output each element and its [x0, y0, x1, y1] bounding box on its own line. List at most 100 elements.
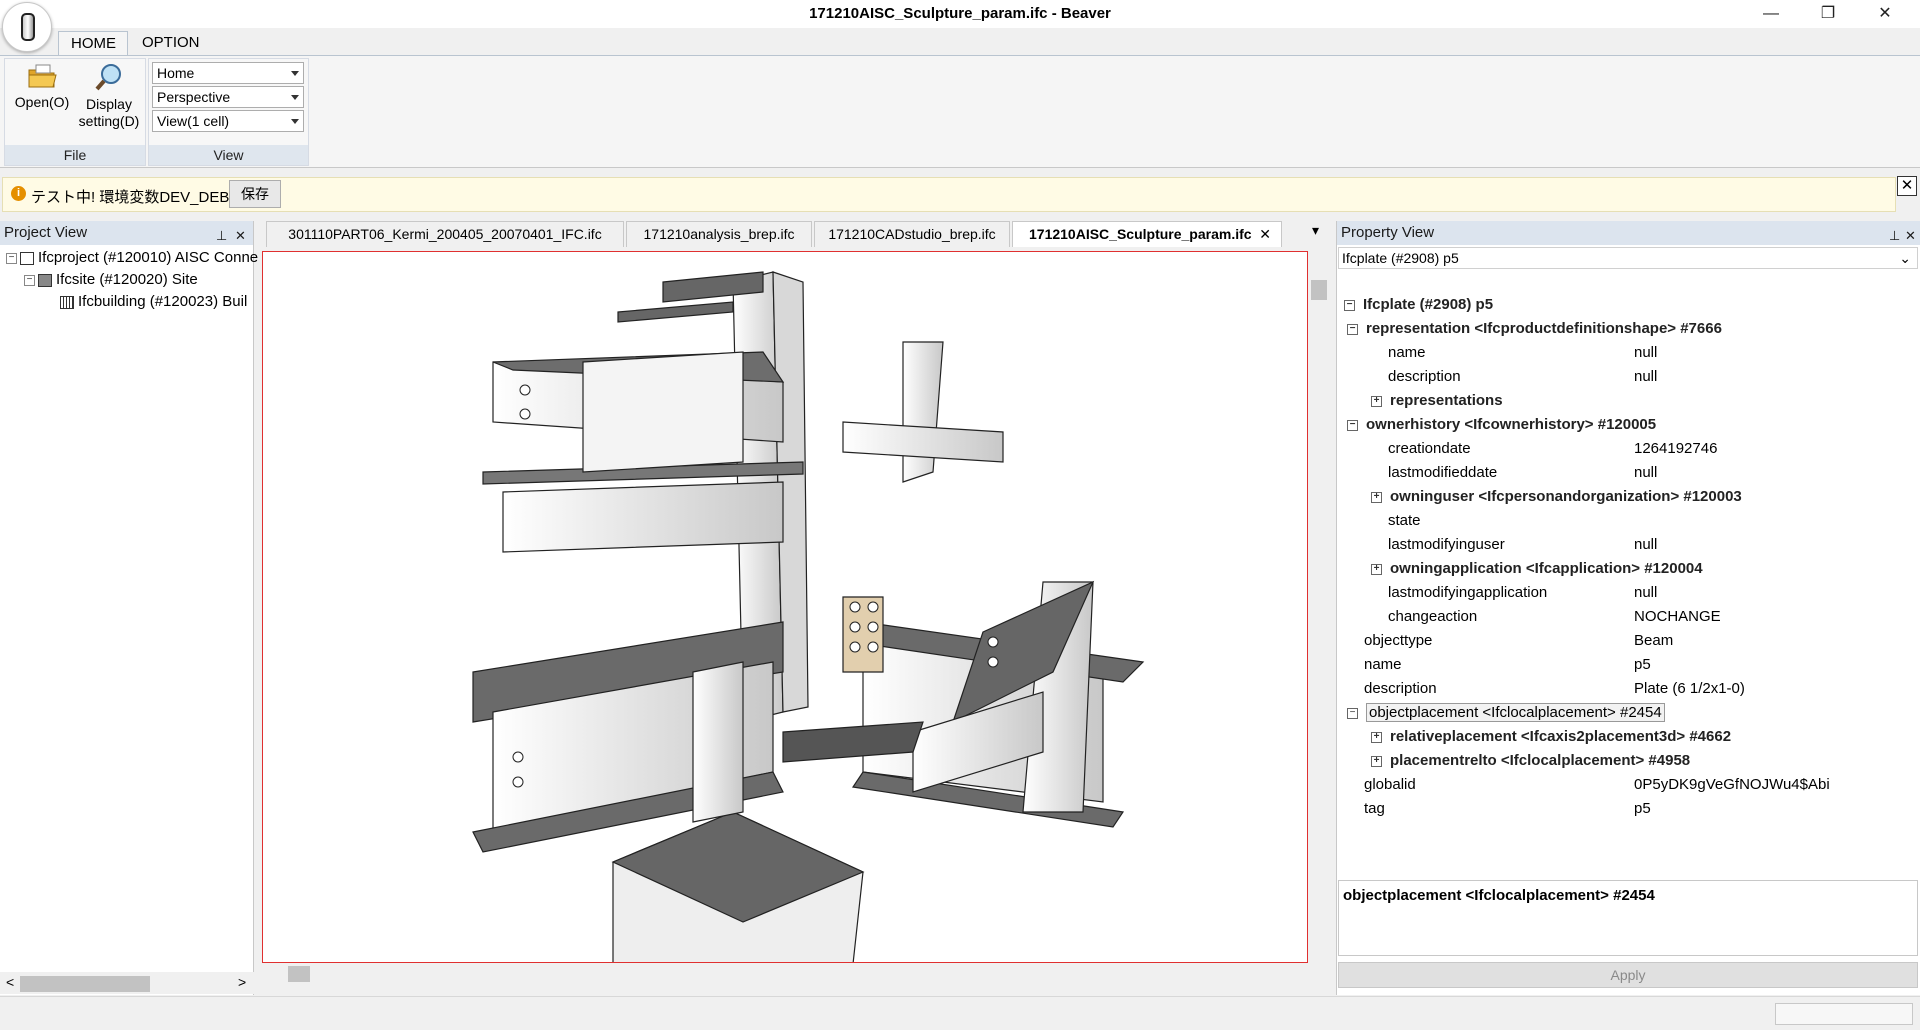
property-row[interactable]: changeaction: [1388, 605, 1477, 629]
display-setting-button[interactable]: Display setting(D): [78, 62, 140, 132]
restore-button[interactable]: ❐: [1805, 0, 1851, 28]
doc-tab[interactable]: 171210analysis_brep.ifc: [626, 221, 812, 247]
property-key: ownerhistory <Ifcownerhistory> #120005: [1366, 416, 1657, 433]
projection-combo[interactable]: Perspective: [152, 86, 304, 108]
expand-icon[interactable]: +: [1371, 395, 1382, 407]
scroll-thumb[interactable]: [20, 976, 150, 992]
property-row[interactable]: + representations: [1371, 389, 1503, 413]
property-row[interactable]: lastmodifyingapplication: [1388, 581, 1547, 605]
property-row[interactable]: name: [1388, 341, 1426, 365]
property-value[interactable]: null: [1634, 461, 1657, 485]
collapse-icon[interactable]: −: [6, 252, 17, 264]
pin-icon[interactable]: ⊥: [216, 224, 227, 247]
property-value[interactable]: NOCHANGE: [1634, 605, 1721, 629]
tree-label: Ifcsite (#120020) Site: [56, 271, 198, 288]
property-row[interactable]: + placementrelto <Ifclocalplacement> #495…: [1371, 749, 1690, 773]
apply-button[interactable]: Apply: [1338, 962, 1918, 988]
display-label-2: setting(D): [78, 113, 140, 129]
property-key: name: [1364, 656, 1402, 673]
cell-layout-combo[interactable]: View(1 cell): [152, 110, 304, 132]
viewport-hscrollbar[interactable]: [262, 963, 1308, 985]
save-button[interactable]: 保存: [229, 180, 281, 208]
folder-icon: [28, 64, 57, 88]
property-value[interactable]: Beam: [1634, 629, 1673, 653]
viewport-vscrollbar[interactable]: [1308, 251, 1330, 963]
property-row[interactable]: + owninguser <Ifcpersonandorganization> #…: [1371, 485, 1742, 509]
property-row[interactable]: tag: [1364, 797, 1385, 821]
property-row[interactable]: description: [1364, 677, 1437, 701]
property-description: objectplacement <Ifclocalplacement> #245…: [1338, 880, 1918, 956]
close-panel-button[interactable]: ✕: [1905, 224, 1916, 247]
property-row[interactable]: description: [1388, 365, 1461, 389]
property-row[interactable]: globalid: [1364, 773, 1416, 797]
object-selector[interactable]: Ifcplate (#2908) p5 ⌄: [1338, 247, 1918, 269]
tree-node-project[interactable]: − Ifcproject (#120010) AISC Conne: [6, 249, 258, 266]
scroll-right-icon[interactable]: >: [238, 974, 246, 990]
chevron-down-icon: [291, 71, 299, 76]
app-menu-icon[interactable]: [2, 2, 52, 52]
minimize-button[interactable]: —: [1748, 0, 1794, 28]
collapse-icon[interactable]: −: [1347, 419, 1358, 431]
tab-overflow-icon[interactable]: ▾: [1312, 222, 1319, 239]
property-value[interactable]: p5: [1634, 653, 1651, 677]
property-row[interactable]: lastmodifyinguser: [1388, 533, 1505, 557]
site-icon: [38, 273, 52, 287]
property-value[interactable]: null: [1634, 341, 1657, 365]
property-key: changeaction: [1388, 608, 1478, 625]
property-row[interactable]: creationdate: [1388, 437, 1471, 461]
collapse-icon[interactable]: −: [1347, 707, 1358, 719]
chevron-down-icon: [291, 95, 299, 100]
collapse-icon[interactable]: −: [1344, 299, 1355, 311]
doc-tab[interactable]: 171210CADstudio_brep.ifc: [814, 221, 1010, 247]
tree-label: Ifcbuilding (#120023) Buil: [78, 293, 248, 310]
expand-icon[interactable]: +: [1371, 491, 1382, 503]
tree-label: Ifcproject (#120010) AISC Conne: [38, 249, 259, 266]
property-row[interactable]: lastmodifieddate: [1388, 461, 1497, 485]
close-button[interactable]: ✕: [1862, 0, 1908, 28]
close-panel-button[interactable]: ✕: [235, 224, 246, 247]
collapse-icon[interactable]: −: [1347, 323, 1358, 335]
property-value[interactable]: 0P5yDK9gVeGfNOJWu4$Abi: [1634, 773, 1830, 797]
close-infobar-button[interactable]: ✕: [1897, 176, 1917, 196]
scroll-thumb[interactable]: [1311, 280, 1327, 300]
display-label: Display: [86, 96, 132, 112]
tree-node-site[interactable]: − Ifcsite (#120020) Site: [24, 271, 198, 288]
property-value[interactable]: p5: [1634, 797, 1651, 821]
status-bar: [0, 996, 1920, 1030]
open-button[interactable]: Open(O): [12, 62, 72, 111]
collapse-icon[interactable]: −: [24, 274, 35, 286]
property-row[interactable]: − representation <Ifcproductdefinitionsha…: [1347, 317, 1722, 341]
property-row[interactable]: objecttype: [1364, 629, 1432, 653]
project-view-title: Project View: [4, 224, 88, 241]
tab-home[interactable]: HOME: [58, 31, 128, 56]
combo-value: Perspective: [157, 89, 231, 105]
scroll-left-icon[interactable]: <: [6, 974, 14, 990]
property-row[interactable]: + owningapplication <Ifcapplication> #120…: [1371, 557, 1703, 581]
tree-node-building[interactable]: Ifcbuilding (#120023) Buil: [60, 293, 247, 310]
expand-icon[interactable]: +: [1371, 563, 1382, 575]
property-row[interactable]: − objectplacement <Ifclocalplacement> #24…: [1347, 701, 1665, 725]
property-value[interactable]: null: [1634, 365, 1657, 389]
pin-icon[interactable]: ⊥: [1889, 224, 1900, 247]
view-home-combo[interactable]: Home: [152, 62, 304, 84]
property-root[interactable]: − Ifcplate (#2908) p5: [1344, 293, 1493, 317]
property-value[interactable]: 1264192746: [1634, 437, 1717, 461]
property-value[interactable]: null: [1634, 533, 1657, 557]
property-key: objectplacement <Ifclocalplacement> #245…: [1366, 703, 1665, 722]
property-row[interactable]: state: [1388, 509, 1421, 533]
doc-tab-active[interactable]: 171210AISC_Sculpture_param.ifc ✕: [1012, 221, 1282, 247]
property-key: objecttype: [1364, 632, 1433, 649]
property-key: name: [1388, 344, 1426, 361]
tab-option[interactable]: OPTION: [130, 31, 212, 56]
close-tab-icon[interactable]: ✕: [1259, 222, 1271, 247]
property-row[interactable]: + relativeplacement <Ifcaxis2placement3d>…: [1371, 725, 1731, 749]
expand-icon[interactable]: +: [1371, 731, 1382, 743]
expand-icon[interactable]: +: [1371, 755, 1382, 767]
property-value[interactable]: Plate (6 1/2x1-0): [1634, 677, 1745, 701]
property-row[interactable]: − ownerhistory <Ifcownerhistory> #120005: [1347, 413, 1656, 437]
3d-viewport[interactable]: [262, 251, 1308, 963]
property-value[interactable]: null: [1634, 581, 1657, 605]
doc-tab[interactable]: 301110PART06_Kermi_200405_20070401_IFC.i…: [266, 221, 624, 247]
property-row[interactable]: name: [1364, 653, 1402, 677]
scroll-thumb[interactable]: [288, 966, 310, 982]
